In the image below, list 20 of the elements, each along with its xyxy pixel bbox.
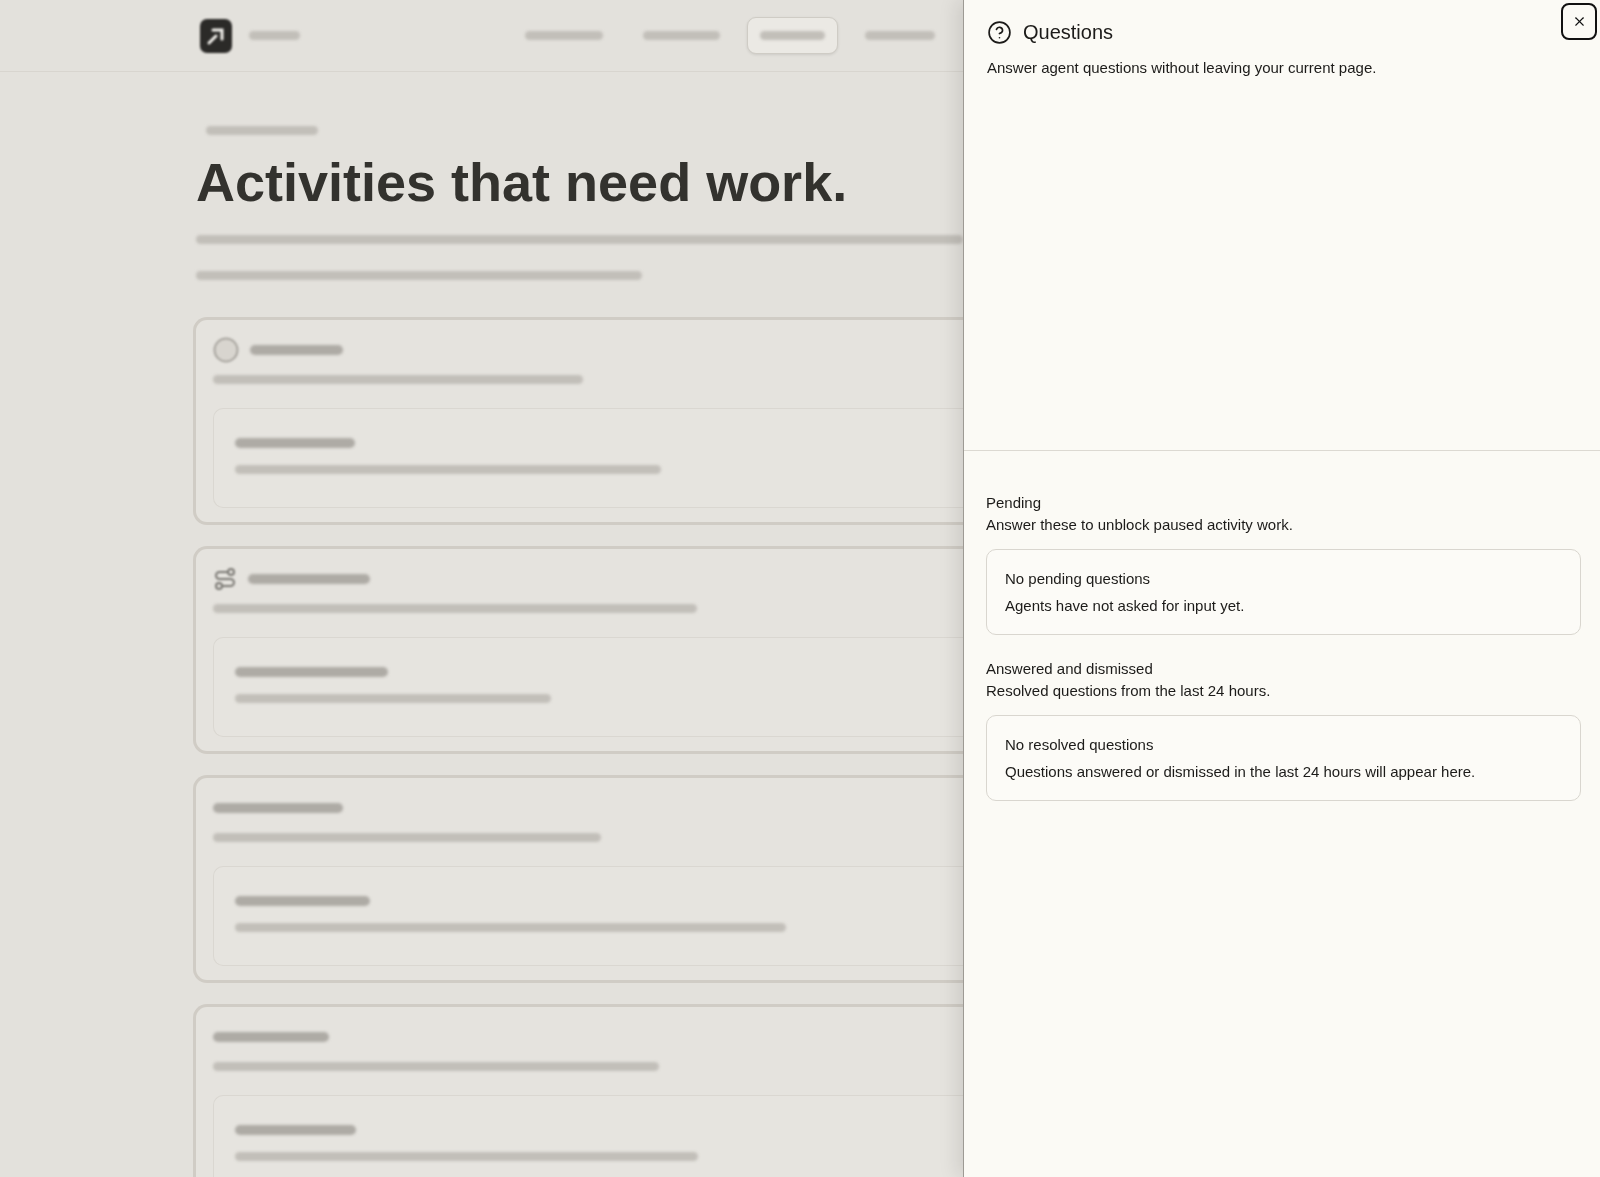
help-icon (987, 19, 1012, 45)
close-button[interactable] (1561, 3, 1597, 40)
page-title: Activities that need work. (196, 153, 848, 212)
drawer-subtitle: Answer agent questions without leaving your current page. (987, 58, 1378, 78)
blurred-text (760, 31, 825, 40)
logo-icon (200, 18, 232, 53)
empty-state-title: No resolved questions (1005, 735, 1155, 755)
route-icon (213, 567, 237, 591)
group-description: Resolved questions from the last 24 hours. (986, 681, 1271, 701)
group-title: Pending (986, 493, 1042, 513)
blurred-text (865, 31, 935, 40)
circle-icon (213, 337, 239, 363)
drawer-title: Questions (1023, 20, 1114, 45)
empty-state-text: Questions answered or dismissed in the last 24 hours will appear here. (1005, 762, 1477, 782)
empty-state-text: Agents have not asked for input yet. (1005, 596, 1246, 616)
empty-state-title: No pending questions (1005, 569, 1152, 589)
blurred-text (249, 31, 300, 40)
group-title: Answered and dismissed (986, 659, 1153, 679)
group-description: Answer these to unblock paused activity work. (986, 515, 1293, 535)
nav-tab[interactable] (747, 17, 838, 54)
